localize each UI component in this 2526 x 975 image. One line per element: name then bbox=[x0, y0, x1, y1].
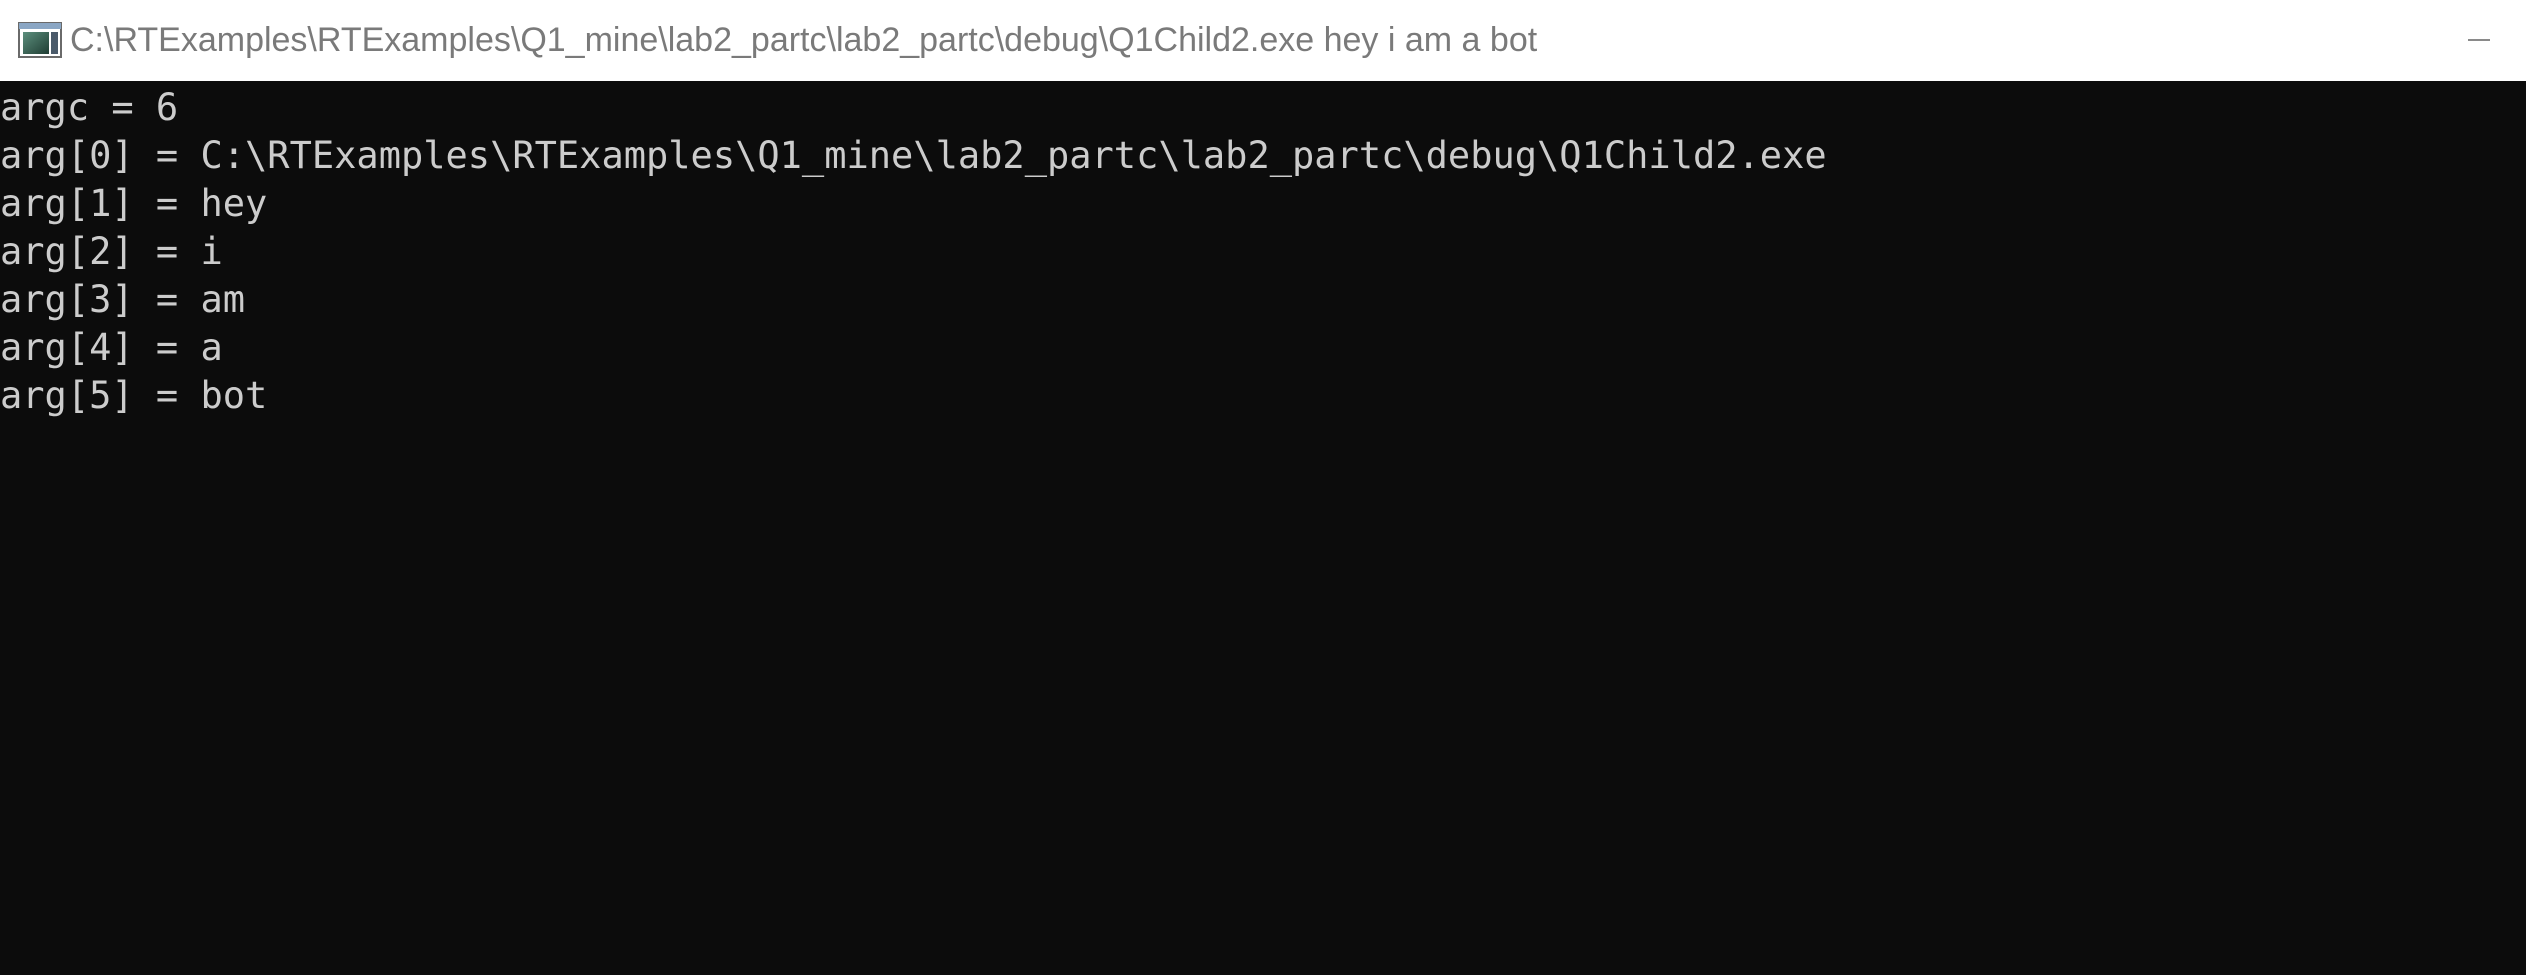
console-line: argc = 6 bbox=[0, 86, 179, 129]
console-window: C:\RTExamples\RTExamples\Q1_mine\lab2_pa… bbox=[0, 0, 2526, 975]
console-line: arg[0] = C:\RTExamples\RTExamples\Q1_min… bbox=[0, 134, 1827, 177]
console-line: arg[1] = hey bbox=[0, 182, 268, 225]
console-app-icon bbox=[18, 22, 62, 58]
console-line: arg[2] = i bbox=[0, 230, 223, 273]
minimize-button[interactable] bbox=[2416, 0, 2526, 81]
title-bar[interactable]: C:\RTExamples\RTExamples\Q1_mine\lab2_pa… bbox=[0, 0, 2526, 81]
minimize-icon bbox=[2468, 39, 2490, 41]
console-line: arg[3] = am bbox=[0, 278, 246, 321]
console-line: arg[5] = bot bbox=[0, 374, 268, 417]
console-output[interactable]: argc = 6 arg[0] = C:\RTExamples\RTExampl… bbox=[0, 81, 2526, 975]
console-line: arg[4] = a bbox=[0, 326, 223, 369]
console-lines: argc = 6 arg[0] = C:\RTExamples\RTExampl… bbox=[0, 84, 1827, 420]
window-title: C:\RTExamples\RTExamples\Q1_mine\lab2_pa… bbox=[70, 21, 1538, 59]
